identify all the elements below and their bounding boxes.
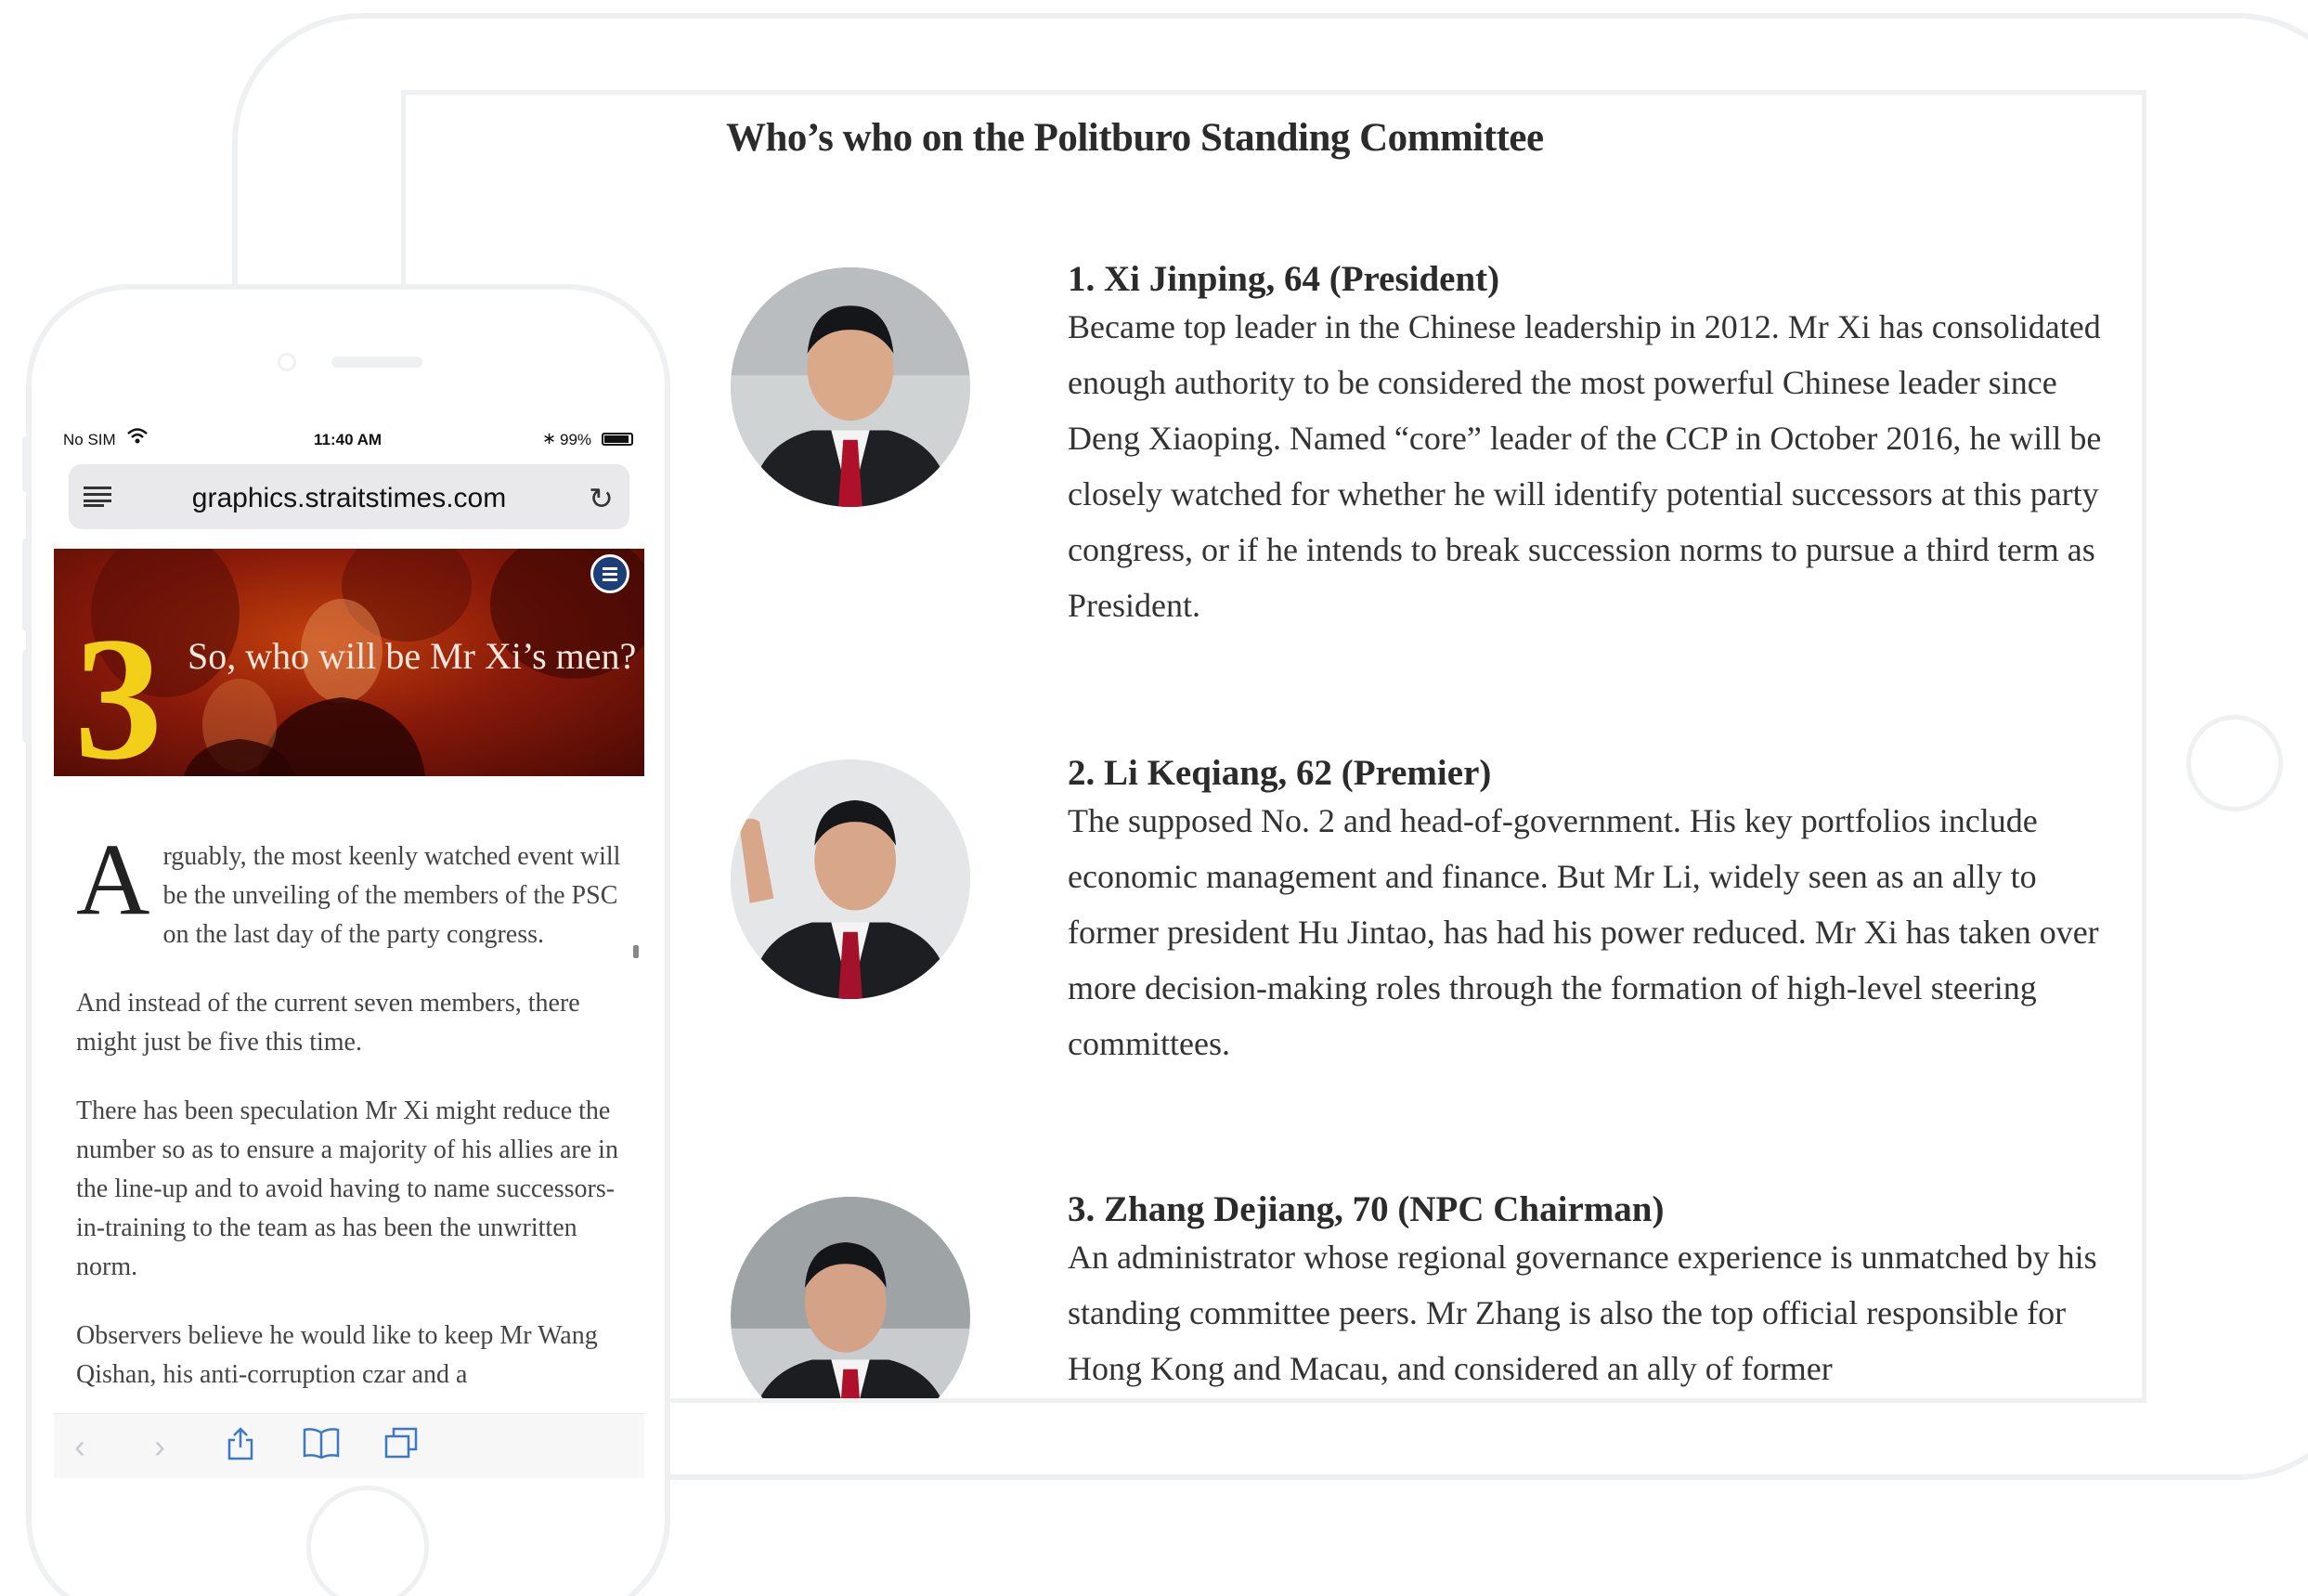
battery-icon	[602, 433, 633, 446]
share-icon[interactable]	[227, 1427, 254, 1469]
tabs-icon[interactable]	[384, 1427, 418, 1467]
portrait-photo	[731, 1197, 970, 1398]
portrait-photo	[731, 267, 970, 507]
member-name: 2. Li Keqiang, 62 (Premier)	[1068, 753, 1492, 793]
forward-icon[interactable]: ›	[154, 1427, 165, 1466]
url-text[interactable]: graphics.straitstimes.com	[69, 483, 629, 514]
volume-down-button	[22, 650, 32, 743]
article-paragraph: And instead of the current seven members…	[76, 989, 580, 1057]
phone-speaker	[331, 357, 422, 368]
member-name: 1. Xi Jinping, 64 (President)	[1068, 259, 1500, 299]
mute-switch	[22, 436, 32, 492]
section-headline: So, who will be Mr Xi’s men?	[188, 635, 637, 677]
article-paragraph: Arguably, the most keenly watched event …	[76, 823, 621, 949]
member-bio: Became top leader in the Chinese leaders…	[1068, 308, 2102, 624]
hero-banner: 3 So, who will be Mr Xi’s men?	[54, 549, 644, 776]
section-number: 3	[74, 602, 162, 776]
member-bio: The supposed No. 2 and head-of-governmen…	[1068, 802, 2099, 1062]
phone-screen: No SIM 11:40 AM ∗ 99% graphics.straitsti…	[54, 420, 644, 1478]
bookmarks-icon[interactable]	[303, 1427, 340, 1467]
browser-toolbar: ‹ ›	[54, 1413, 644, 1478]
article-paragraph: There has been speculation Mr Xi might r…	[76, 1096, 618, 1281]
scroll-indicator[interactable]	[633, 945, 639, 958]
panel-title: Who’s who on the Politburo Standing Comm…	[726, 116, 1544, 160]
member-name: 3. Zhang Dejiang, 70 (NPC Chairman)	[1068, 1189, 1665, 1229]
member-bio: An administrator whose regional governan…	[1068, 1239, 2097, 1387]
carrier-label: No SIM	[63, 431, 116, 448]
back-icon[interactable]: ‹	[74, 1427, 85, 1466]
battery-percent: 99%	[560, 431, 592, 448]
status-bar: No SIM 11:40 AM ∗ 99%	[54, 420, 644, 461]
bluetooth-icon: ∗	[542, 429, 557, 448]
tablet-home-button[interactable]	[2186, 715, 2283, 811]
clock: 11:40 AM	[314, 431, 383, 448]
menu-button[interactable]	[590, 554, 629, 593]
volume-up-button	[22, 538, 32, 631]
article-paragraph: Observers believe he would like to keep …	[76, 1321, 598, 1389]
reload-icon[interactable]: ↻	[589, 481, 614, 516]
wifi-icon	[126, 427, 149, 450]
portrait-photo	[731, 759, 970, 999]
front-camera	[278, 353, 296, 371]
article-body: Arguably, the most keenly watched event …	[76, 823, 624, 1424]
drop-cap: A	[76, 823, 150, 936]
address-bar[interactable]: graphics.straitstimes.com ↻	[69, 464, 629, 529]
